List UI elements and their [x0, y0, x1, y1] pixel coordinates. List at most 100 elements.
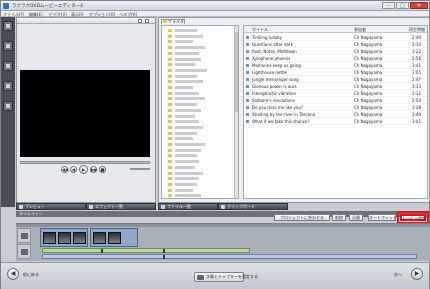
- rewind-button[interactable]: ◀◀: [61, 166, 68, 173]
- minimize-button[interactable]: –: [382, 2, 395, 9]
- tree-folder-item[interactable]: [168, 159, 199, 164]
- stop-button[interactable]: ■: [99, 166, 106, 173]
- split-button[interactable]: 分割: [349, 214, 363, 221]
- file-row[interactable]: Solitaire's revolutions Ch Nagayama 2:54: [244, 97, 427, 104]
- tree-folder-item[interactable]: [168, 165, 195, 170]
- file-row[interactable]: Lighthouse nettle Ch Nagayama 3:05: [244, 69, 427, 76]
- tab-effects[interactable]: エフェクト一覧: [86, 203, 156, 210]
- file-row[interactable]: Jungle messenger song Ch Nagayama 2:47: [244, 76, 427, 83]
- tree-folder-item[interactable]: [168, 171, 203, 176]
- tree-folder-item[interactable]: [168, 176, 199, 181]
- subtitle-chapter-button[interactable]: 字幕とチャプターを設定する: [194, 272, 258, 282]
- back-button[interactable]: ◀: [7, 268, 19, 280]
- tree-folder-item[interactable]: [168, 28, 197, 33]
- seek-bar[interactable]: [20, 161, 150, 164]
- tree-folder-item[interactable]: [168, 136, 193, 141]
- file-time: 3:41: [412, 63, 421, 68]
- edit-tool-button[interactable]: [3, 41, 13, 51]
- tree-folder-item[interactable]: [168, 131, 197, 136]
- tree-folder-item[interactable]: [168, 68, 207, 73]
- volume-slider[interactable]: [130, 168, 150, 170]
- restore-icon[interactable]: [138, 19, 142, 23]
- tree-folder-item[interactable]: [168, 91, 199, 96]
- folder-icon: [168, 114, 172, 118]
- keyframe-marker[interactable]: [163, 249, 165, 253]
- file-row[interactable]: What if we take this chance? Ch Nagayama 3…: [244, 118, 427, 125]
- capture-tool-button[interactable]: [3, 21, 13, 31]
- tab-preview-label: プレビュー: [25, 204, 45, 209]
- tab-file-list[interactable]: ファイル一覧: [158, 203, 218, 210]
- text-tool-button[interactable]: [3, 81, 13, 91]
- file-time: 3:05: [412, 70, 421, 75]
- preview-tabbar: プレビュー エフェクト一覧: [16, 203, 156, 210]
- step-back-button[interactable]: ◀: [70, 166, 77, 173]
- keyframe-marker[interactable]: [163, 255, 165, 259]
- tree-folder-item[interactable]: [168, 182, 197, 187]
- tree-folder-item[interactable]: [168, 85, 193, 90]
- tree-folder-item[interactable]: [168, 62, 195, 67]
- timeline-ruler[interactable]: [16, 224, 430, 227]
- tree-folder-item[interactable]: [168, 39, 193, 44]
- tree-folder-item[interactable]: [168, 119, 199, 124]
- tree-folder-item[interactable]: [168, 153, 197, 158]
- tree-folder-item[interactable]: [168, 34, 203, 39]
- tree-folder-item[interactable]: [168, 193, 201, 198]
- file-row[interactable]: Intergalactic vibration Ch Nagayama 3:12: [244, 90, 427, 97]
- file-artist: Ch Nagayama: [354, 84, 383, 89]
- file-row[interactable]: Strolling by the river in Toscana Ch Naga…: [244, 111, 427, 118]
- file-row[interactable]: Glorious power is ours Ch Nagayama 3:33: [244, 83, 427, 90]
- clip-thumbnail: [73, 232, 86, 244]
- tree-folder-item[interactable]: [168, 125, 203, 130]
- close-button[interactable]: ✕: [410, 2, 428, 9]
- tree-folder-item[interactable]: [168, 57, 201, 62]
- file-artist: Ch Nagayama: [354, 35, 383, 40]
- file-time: 2:49: [412, 35, 421, 40]
- tree-scroll-thumb[interactable]: [235, 32, 238, 112]
- file-title: Do you miss me like you?: [252, 105, 304, 110]
- column-artist[interactable]: 参加者: [354, 27, 366, 33]
- next-button[interactable]: ▶: [411, 268, 423, 280]
- file-row[interactable]: Memories keep us going Ch Nagayama 3:41: [244, 62, 427, 69]
- audio-clip-green[interactable]: [42, 248, 250, 253]
- preview-icon: [19, 205, 23, 209]
- tree-folder-item[interactable]: [168, 114, 195, 119]
- video-clip[interactable]: [90, 228, 138, 247]
- tree-folder-item[interactable]: [168, 45, 205, 50]
- file-row[interactable]: Xylophone phoenix Ch Nagayama 2:58: [244, 55, 427, 62]
- audio-tool-button[interactable]: [3, 101, 13, 111]
- tree-folder-item[interactable]: [168, 79, 203, 84]
- maximize-button[interactable]: □: [396, 2, 409, 9]
- tab-folder[interactable]: フォルダ: [161, 19, 185, 24]
- tree-folder-item[interactable]: [168, 188, 193, 193]
- file-row[interactable]: Rust, Notes, Meltdown Ch Nagayama 3:22: [244, 48, 427, 55]
- delete-button[interactable]: 削除: [332, 214, 346, 221]
- file-row[interactable]: Do you miss me like you? Ch Nagayama 3:28: [244, 104, 427, 111]
- browser-tabbar: ファイル一覧 クリップボード: [158, 203, 430, 210]
- clip-thumbnail: [58, 232, 71, 244]
- movie-settings-button[interactable]: ムービー設定: [397, 211, 429, 224]
- file-row[interactable]: Questions after dark Ch Nagayama 3:10: [244, 41, 427, 48]
- fit-project-button[interactable]: プロジェクトに合わせる: [274, 214, 330, 221]
- tab-preview[interactable]: プレビュー: [16, 203, 86, 210]
- tree-folder-name: [175, 165, 195, 169]
- autofit-button[interactable]: オートフィット: [368, 214, 397, 221]
- tree-folder-item[interactable]: [168, 102, 197, 107]
- tree-folder-item[interactable]: [168, 74, 197, 79]
- tree-folder-item[interactable]: [168, 142, 205, 147]
- keyframe-marker[interactable]: [101, 249, 103, 253]
- tree-scrollbar[interactable]: [234, 26, 238, 198]
- effect-tool-button[interactable]: [3, 61, 13, 71]
- tree-folder-item[interactable]: [168, 148, 201, 153]
- play-button[interactable]: ▶: [79, 165, 88, 174]
- column-title[interactable]: タイトル: [252, 27, 268, 33]
- video-clip[interactable]: [40, 228, 88, 247]
- expand-icon[interactable]: [145, 19, 149, 23]
- column-time[interactable]: 再生時間: [409, 27, 425, 33]
- step-forward-button[interactable]: ▶▶: [90, 166, 97, 173]
- file-row[interactable]: Tinkling lullaby Ch Nagayama 2:49: [244, 34, 427, 41]
- tree-folder-item[interactable]: [168, 51, 199, 56]
- audio-clip-blue[interactable]: [42, 254, 417, 259]
- tree-folder-item[interactable]: [168, 108, 201, 113]
- tab-clipboard[interactable]: クリップボード: [218, 203, 288, 210]
- tree-folder-item[interactable]: [168, 96, 205, 101]
